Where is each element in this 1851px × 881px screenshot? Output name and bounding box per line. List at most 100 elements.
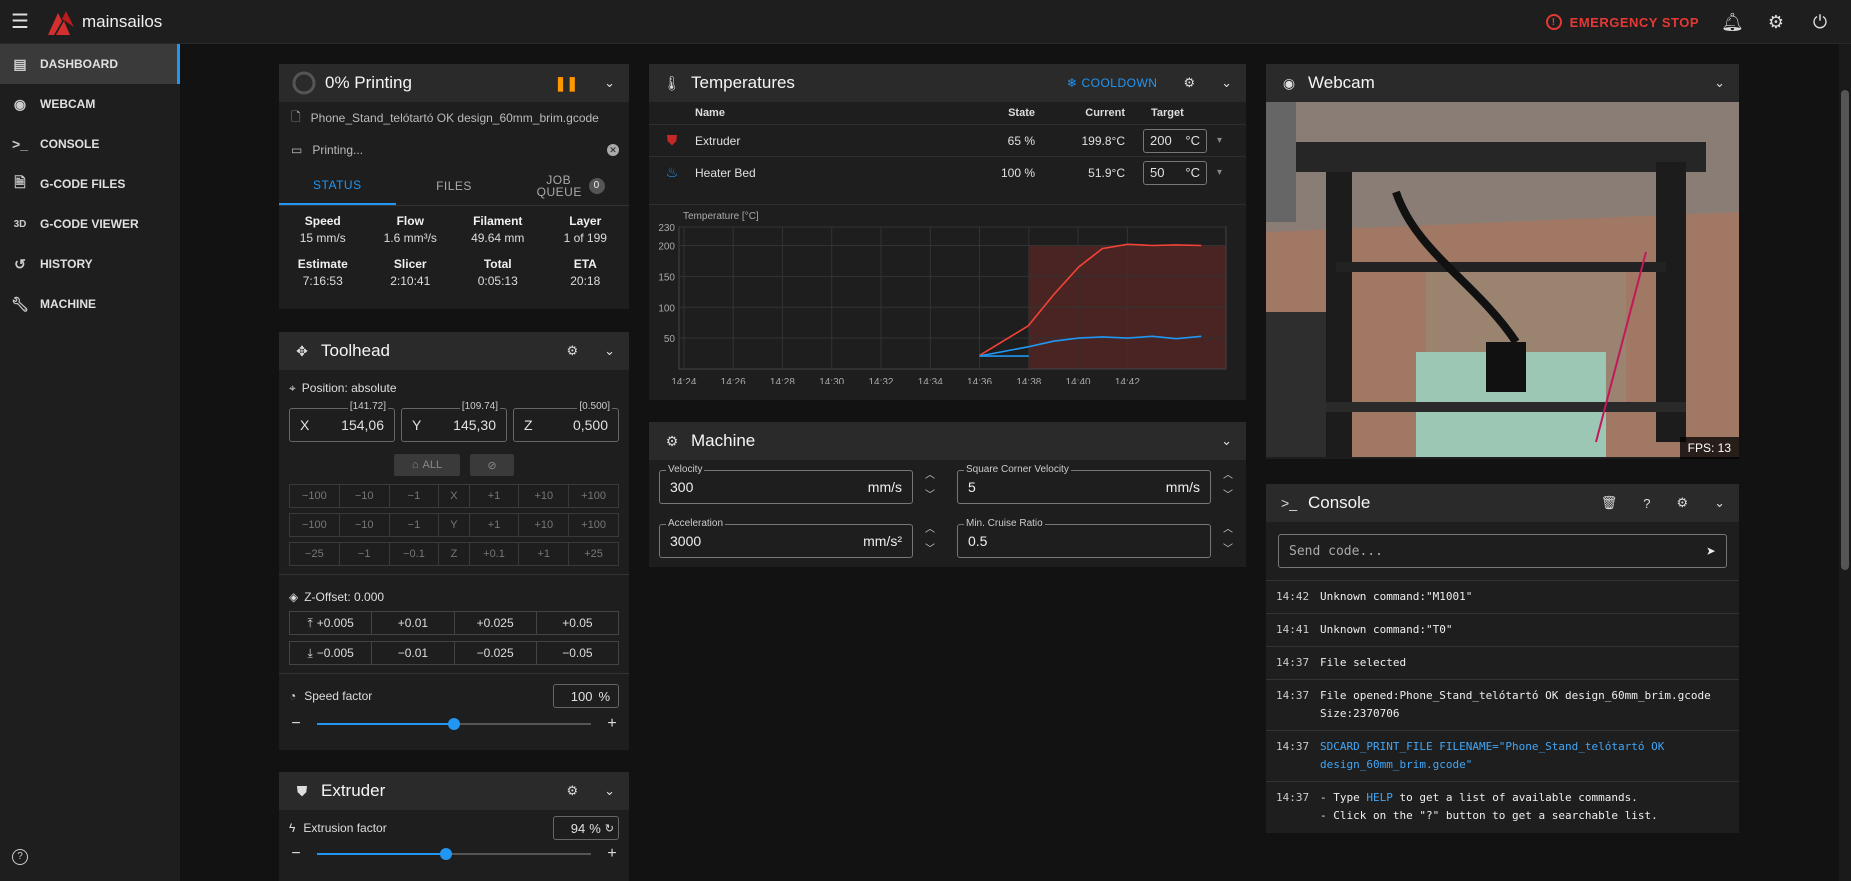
jog-button[interactable]: −1	[390, 514, 440, 536]
log-time: 14:37	[1276, 689, 1310, 702]
jog-button[interactable]: +0.1	[470, 543, 520, 565]
jog-button[interactable]: −10	[340, 514, 390, 536]
z-position-input[interactable]: [0.500] Z 0,500	[513, 401, 619, 442]
velocity-stepper[interactable]: ︿ ﹀	[923, 466, 937, 506]
help-command-link[interactable]: HELP	[1366, 791, 1393, 804]
gear-icon[interactable]: ⚙	[566, 783, 578, 799]
settings-icon[interactable]: ⚙	[1765, 12, 1787, 33]
chevron-down-icon[interactable]: ⌄	[604, 783, 615, 799]
jog-button[interactable]: +1	[519, 543, 570, 565]
minus-icon[interactable]: −	[289, 845, 303, 863]
extrusion-factor-slider[interactable]	[317, 848, 591, 860]
jog-button[interactable]: +10	[519, 514, 570, 536]
motors-off-button[interactable]: ⊘	[470, 454, 514, 476]
chevron-down-icon[interactable]: ▾	[1217, 167, 1222, 178]
extruder-target-input[interactable]: 200 °C	[1143, 128, 1207, 153]
jog-button[interactable]: −10	[340, 485, 390, 507]
plus-icon[interactable]: +	[605, 715, 619, 733]
page-scrollbar[interactable]	[1839, 44, 1851, 881]
velocity-input[interactable]: Velocity 300 mm/s	[659, 464, 913, 504]
trash-icon[interactable]: 🗑︎	[1601, 495, 1618, 511]
x-position-input[interactable]: [141.72] X 154,06	[289, 401, 395, 442]
jog-button[interactable]: −100	[290, 485, 340, 507]
jog-button[interactable]: −25	[290, 543, 340, 565]
tab-job-queue[interactable]: JOB QUEUE 0	[512, 166, 629, 205]
gear-icon[interactable]: ⚙	[566, 343, 578, 359]
help-icon[interactable]: ?	[1643, 496, 1650, 511]
pause-icon[interactable]: ❚❚	[555, 75, 578, 92]
chevron-down-icon[interactable]: ⌄	[1714, 75, 1725, 91]
zoffset-button[interactable]: +0.01	[372, 612, 455, 634]
acceleration-stepper[interactable]: ︿ ﹀	[923, 520, 937, 560]
power-icon[interactable]: ⏻	[1809, 12, 1831, 33]
jog-button[interactable]: −100	[290, 514, 340, 536]
reset-icon[interactable]: ↻	[605, 822, 614, 835]
zoffset-button[interactable]: ⤓ −0.005	[290, 642, 373, 664]
zoffset-button[interactable]: ⤒ +0.005	[290, 612, 373, 634]
emergency-stop-button[interactable]: ! EMERGENCY STOP	[1545, 14, 1699, 30]
cooldown-button[interactable]: ❄ COOLDOWN	[1067, 76, 1158, 90]
jog-button[interactable]: +25	[569, 543, 618, 565]
acceleration-input[interactable]: Acceleration 3000 mm/s²	[659, 518, 913, 558]
min-cruise-ratio-input[interactable]: Min. Cruise Ratio 0.5	[957, 518, 1211, 558]
sidebar-item-console[interactable]: >_ CONSOLE	[0, 124, 180, 164]
sidebar-item-history[interactable]: ↺ HISTORY	[0, 244, 180, 284]
sidebar-item-gcode-viewer[interactable]: 3D G-CODE VIEWER	[0, 204, 180, 244]
min-cruise-ratio-stepper[interactable]: ︿ ﹀	[1221, 520, 1235, 560]
jog-button[interactable]: +100	[569, 514, 618, 536]
scv-stepper[interactable]: ︿ ﹀	[1221, 466, 1235, 506]
home-all-button[interactable]: ⌂ ALL	[394, 454, 460, 476]
jog-button[interactable]: +100	[569, 485, 618, 507]
slider-thumb[interactable]	[448, 718, 460, 730]
log-time: 14:37	[1276, 656, 1310, 669]
sidebar-item-webcam[interactable]: ◉ WEBCAM	[0, 84, 180, 124]
speed-factor-input[interactable]: 100 %	[553, 684, 619, 708]
jog-button[interactable]: +1	[470, 514, 520, 536]
webcam-stream[interactable]	[1266, 102, 1739, 457]
log-message[interactable]: SDCARD_PRINT_FILE FILENAME="Phone_Stand_…	[1320, 738, 1664, 774]
chevron-down-icon[interactable]: ⌄	[604, 75, 615, 91]
close-icon[interactable]: ✕	[607, 144, 619, 156]
jog-button[interactable]: −1	[340, 543, 390, 565]
zoffset-button[interactable]: +0.025	[455, 612, 537, 634]
heater-name[interactable]: Heater Bed	[695, 166, 965, 180]
tab-files[interactable]: FILES	[396, 166, 513, 205]
jog-button[interactable]: −1	[390, 485, 440, 507]
jog-button[interactable]: −0.1	[390, 543, 440, 565]
plus-icon[interactable]: +	[605, 845, 619, 863]
sidebar-item-gcode-files[interactable]: 🗎 G-CODE FILES	[0, 164, 180, 204]
zoffset-button[interactable]: +0.05	[537, 612, 618, 634]
bell-icon[interactable]: 🔔︎	[1721, 12, 1744, 33]
bed-target-input[interactable]: 50 °C	[1143, 160, 1207, 185]
chevron-down-icon[interactable]: ⌄	[1221, 433, 1232, 449]
jog-button[interactable]: +1	[470, 485, 520, 507]
gear-icon[interactable]: ⚙	[1183, 75, 1195, 91]
sidebar-item-dashboard[interactable]: ▤ DASHBOARD	[0, 44, 180, 84]
jog-button[interactable]: +10	[519, 485, 570, 507]
zoffset-button[interactable]: −0.05	[537, 642, 618, 664]
square-corner-velocity-input[interactable]: Square Corner Velocity 5 mm/s	[957, 464, 1211, 504]
y-tick-label: 50	[664, 334, 676, 345]
x-tick-label: 14:38	[1016, 377, 1041, 384]
zoffset-value: −0.025	[476, 646, 514, 660]
extrusion-factor-input[interactable]: 94 % ↻	[553, 816, 619, 840]
send-icon[interactable]: ➤	[1706, 542, 1716, 561]
zoffset-button[interactable]: −0.01	[372, 642, 455, 664]
menu-icon[interactable]: ☰	[0, 0, 40, 44]
scrollbar-thumb[interactable]	[1841, 90, 1849, 570]
y-position-input[interactable]: [109.74] Y 145,30	[401, 401, 507, 442]
chevron-down-icon[interactable]: ▾	[1217, 135, 1222, 146]
heater-name[interactable]: Extruder	[695, 134, 965, 148]
slider-thumb[interactable]	[439, 848, 452, 860]
minus-icon[interactable]: −	[289, 715, 303, 733]
chevron-down-icon[interactable]: ⌄	[604, 343, 615, 359]
speed-factor-slider[interactable]	[317, 718, 591, 730]
gear-icon[interactable]: ⚙	[1676, 495, 1688, 511]
help-icon[interactable]: ?	[12, 849, 28, 865]
sidebar-item-machine[interactable]: 🔧︎ MACHINE	[0, 284, 180, 324]
chevron-down-icon[interactable]: ⌄	[1221, 75, 1232, 91]
send-code-input[interactable]: Send code... ➤	[1278, 534, 1727, 568]
tab-status[interactable]: STATUS	[279, 166, 396, 205]
zoffset-button[interactable]: −0.025	[455, 642, 537, 664]
chevron-down-icon[interactable]: ⌄	[1714, 495, 1725, 511]
